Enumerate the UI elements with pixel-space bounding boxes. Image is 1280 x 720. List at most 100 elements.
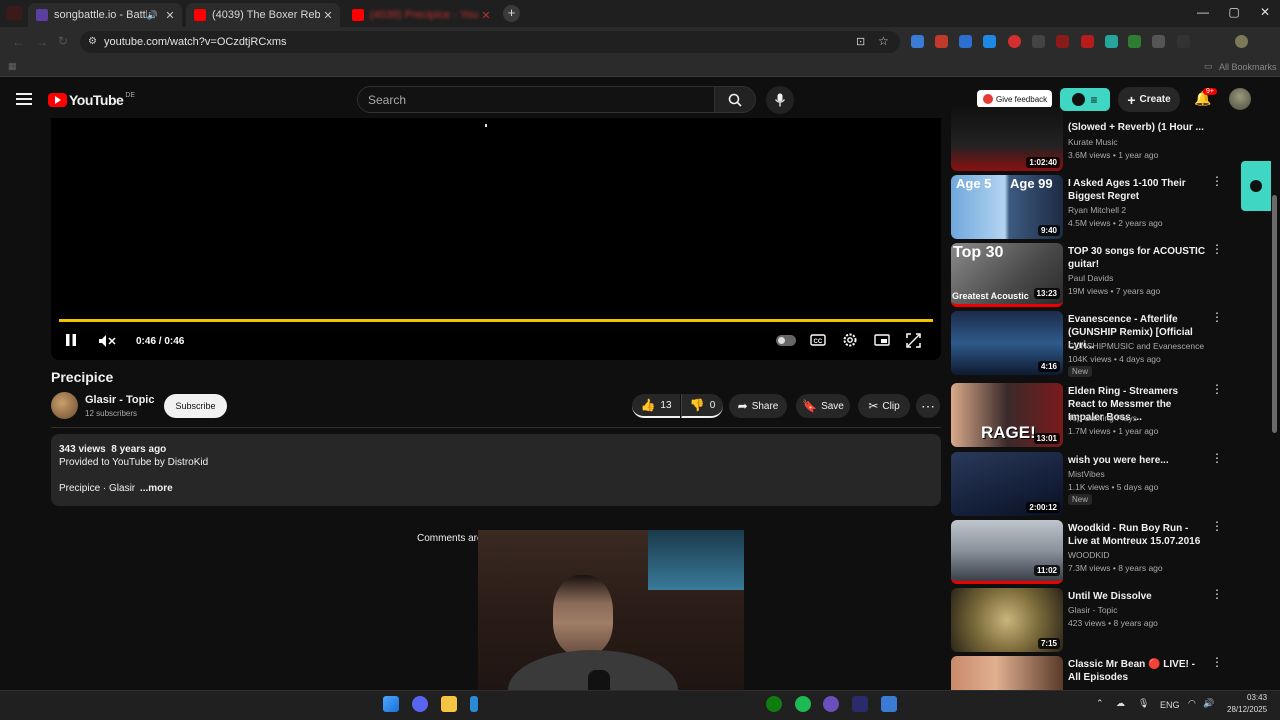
xbox-icon[interactable] <box>766 696 782 712</box>
autoplay-toggle[interactable] <box>776 335 796 346</box>
tab-songbattle[interactable]: songbattle.io - Battle Songs 🔊 ✕ <box>28 3 182 27</box>
close-icon[interactable]: ✕ <box>478 9 494 22</box>
taskbar-app-icon[interactable] <box>823 696 839 712</box>
mute-button[interactable] <box>98 334 116 351</box>
taskbar-app-icon[interactable] <box>470 696 478 712</box>
extension-side-panel-tab[interactable] <box>1241 161 1271 211</box>
recommendation-item[interactable]: Top 30 Greatest Acoustic 13:23 TOP 30 so… <box>951 243 1223 307</box>
back-icon[interactable]: ← <box>12 35 24 49</box>
tray-overflow-icon[interactable]: ⌃ <box>1096 698 1104 709</box>
visual-studio-icon[interactable] <box>852 696 868 712</box>
video-player[interactable] <box>51 118 941 360</box>
more-options-icon[interactable]: ⋮ <box>1211 175 1223 187</box>
extension-icon[interactable] <box>935 35 948 48</box>
all-bookmarks-link[interactable]: All Bookmarks <box>1219 62 1277 72</box>
forward-icon[interactable]: → <box>36 35 48 49</box>
clock-date[interactable]: 28/12/2025 <box>1227 705 1267 714</box>
tab-boxer-rebellion[interactable]: (4039) The Boxer Rebellion - W ✕ <box>186 3 340 27</box>
video-thumbnail[interactable]: Top 30 Greatest Acoustic 13:23 <box>951 243 1063 307</box>
recommendation-item[interactable]: Classic Mr Bean 🔴 LIVE! - All Episodes ⋮ <box>951 656 1221 690</box>
more-options-icon[interactable]: ⋮ <box>1211 243 1223 255</box>
recommendation-item[interactable]: RAGE! 13:01 Elden Ring - Streamers React… <box>951 383 1223 447</box>
new-tab-button[interactable]: + <box>503 5 520 22</box>
fullscreen-button[interactable] <box>906 333 921 351</box>
tray-mic-icon[interactable]: 🎙 <box>1138 698 1149 709</box>
extension-icon[interactable] <box>1081 35 1094 48</box>
more-link[interactable]: ...more <box>140 483 173 494</box>
video-thumbnail[interactable]: 4:16 <box>951 311 1063 375</box>
video-thumbnail[interactable]: 11:02 <box>951 520 1063 584</box>
youtube-logo[interactable]: YouTube DE <box>48 92 135 108</box>
menu-icon[interactable] <box>16 90 32 108</box>
video-thumbnail[interactable]: RAGE! 13:01 <box>951 383 1063 447</box>
pause-button[interactable] <box>65 333 77 350</box>
more-options-icon[interactable]: ⋮ <box>1211 656 1221 668</box>
extension-icon[interactable] <box>1056 35 1069 48</box>
extension-icon[interactable] <box>911 35 924 48</box>
more-options-icon[interactable]: ⋮ <box>1211 520 1223 532</box>
recommendation-item[interactable]: 4:16 Evanescence - Afterlife (GUNSHIP Re… <box>951 311 1223 377</box>
file-explorer-icon[interactable] <box>441 696 457 712</box>
volume-icon[interactable]: 🔊 <box>1203 698 1214 709</box>
start-menu-icon[interactable] <box>383 696 399 712</box>
account-avatar[interactable] <box>1229 88 1251 110</box>
more-options-icon[interactable]: ⋮ <box>1211 452 1223 464</box>
video-thumbnail[interactable] <box>951 656 1063 690</box>
recommendation-item[interactable]: 11:02 Woodkid - Run Boy Run - Live at Mo… <box>951 520 1223 584</box>
description-box[interactable]: 343 views 8 years ago Provided to YouTub… <box>51 434 941 506</box>
site-info-icon[interactable]: ⚙ <box>88 36 97 47</box>
bookmark-star-icon[interactable]: ☆ <box>878 34 889 48</box>
discord-icon[interactable] <box>412 696 428 712</box>
notifications-button[interactable]: 🔔 9+ <box>1194 88 1217 108</box>
dislike-button[interactable]: 👎 0 <box>681 394 723 418</box>
theater-mode-button[interactable] <box>874 333 890 350</box>
install-app-icon[interactable]: ⊡ <box>856 35 865 48</box>
clock-time[interactable]: 03:43 <box>1247 693 1267 702</box>
minimize-icon[interactable]: — <box>1188 5 1218 19</box>
tab-precipice[interactable]: (4039) Precipice - YouTube ✕ <box>344 3 498 27</box>
video-thumbnail[interactable]: 7:15 <box>951 588 1063 652</box>
address-bar[interactable]: ⚙ youtube.com/watch?v=OCzdtjRCxms ⊡ ☆ <box>80 31 900 53</box>
close-icon[interactable]: ✕ <box>162 9 178 22</box>
channel-avatar[interactable] <box>51 392 78 419</box>
recommendation-item[interactable]: Age 5 Age 99 9:40 I Asked Ages 1-100 The… <box>951 175 1223 239</box>
reload-icon[interactable]: ↻ <box>58 34 68 48</box>
more-actions-button[interactable]: ⋯ <box>916 394 940 418</box>
wifi-icon[interactable]: ◠ <box>1188 698 1196 709</box>
search-input[interactable]: Search <box>357 86 715 113</box>
channel-name[interactable]: Glasir - Topic <box>85 394 154 406</box>
close-window-icon[interactable]: ✕ <box>1250 5 1280 19</box>
video-thumbnail[interactable]: Age 5 Age 99 9:40 <box>951 175 1063 239</box>
taskbar-app-icon[interactable] <box>881 696 897 712</box>
captions-button[interactable]: CC <box>810 333 826 350</box>
extension-icon[interactable] <box>1032 35 1045 48</box>
settings-button[interactable] <box>842 332 858 351</box>
recommendation-item[interactable]: 7:15 Until We Dissolve Glasir - Topic 42… <box>951 588 1223 652</box>
apps-icon[interactable]: ▦ <box>8 61 17 72</box>
extension-icon[interactable] <box>959 35 972 48</box>
tray-cloud-icon[interactable]: ☁ <box>1116 698 1125 709</box>
extension-icon[interactable] <box>1152 35 1165 48</box>
extensions-puzzle-icon[interactable] <box>1177 35 1190 48</box>
profile-avatar-icon[interactable] <box>1235 35 1248 48</box>
maximize-icon[interactable]: ▢ <box>1219 5 1249 19</box>
voice-search-button[interactable] <box>766 86 794 114</box>
close-icon[interactable]: ✕ <box>320 9 336 22</box>
extension-icon[interactable] <box>1008 35 1021 48</box>
more-options-icon[interactable]: ⋮ <box>1211 588 1223 600</box>
keyboard-language[interactable]: ENG <box>1160 700 1180 710</box>
search-button[interactable] <box>714 86 756 113</box>
extension-icon[interactable] <box>983 35 996 48</box>
more-options-icon[interactable]: ⋮ <box>1211 383 1223 395</box>
page-scrollbar-thumb[interactable] <box>1272 195 1277 433</box>
more-options-icon[interactable]: ⋮ <box>1211 311 1223 323</box>
save-button[interactable]: 🔖 Save <box>796 394 850 418</box>
clip-button[interactable]: ✂ Clip <box>858 394 910 418</box>
like-button[interactable]: 👍 13 <box>632 394 680 418</box>
recommendation-item[interactable]: 2:00:12 wish you were here... MistVibes … <box>951 452 1223 516</box>
share-button[interactable]: ➦ Share <box>729 394 787 418</box>
recommendation-item[interactable]: 1:02:40 (Slowed + Reverb) (1 Hour ... Ku… <box>951 107 1221 171</box>
browser-menu-icon[interactable] <box>6 6 22 20</box>
spotify-icon[interactable] <box>795 696 811 712</box>
extension-icon[interactable] <box>1105 35 1118 48</box>
